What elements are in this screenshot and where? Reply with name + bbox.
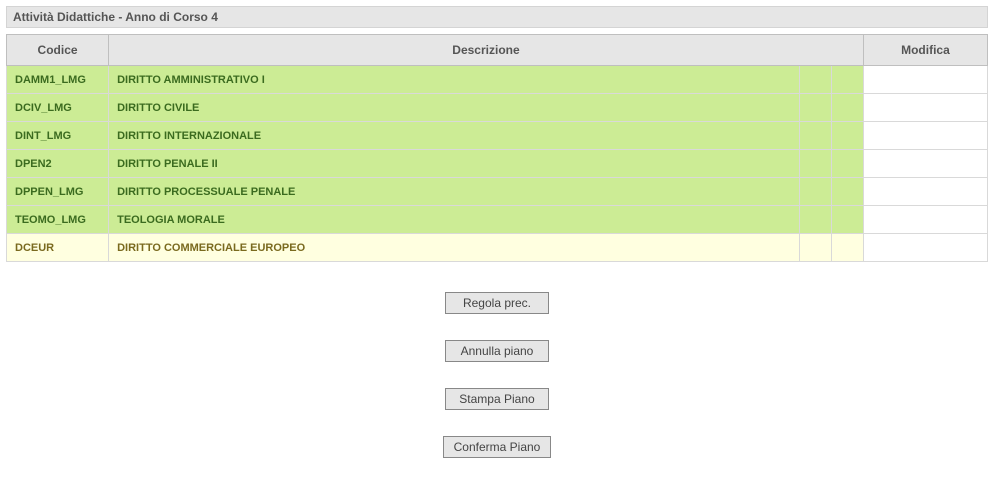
table-row: DCIV_LMGDIRITTO CIVILE [7,94,988,122]
col-header-code: Codice [7,35,109,66]
cell-modify [863,94,987,122]
cancel-plan-button[interactable]: Annulla piano [445,340,549,362]
table-row: DCEURDIRITTO COMMERCIALE EUROPEO [7,234,988,262]
cell-modify [863,150,987,178]
prev-rule-button[interactable]: Regola prec. [445,292,549,314]
table-body: DAMM1_LMGDIRITTO AMMINISTRATIVO IDCIV_LM… [7,66,988,262]
cell-desc: TEOLOGIA MORALE [109,206,800,234]
cell-spacer [831,66,863,94]
cell-code: DCIV_LMG [7,94,109,122]
cell-code: DAMM1_LMG [7,66,109,94]
col-header-mod: Modifica [863,35,987,66]
cell-spacer [831,94,863,122]
cell-modify [863,66,987,94]
cell-code: DCEUR [7,234,109,262]
cell-modify [863,178,987,206]
cell-desc: DIRITTO COMMERCIALE EUROPEO [109,234,800,262]
cell-spacer [799,178,831,206]
table-row: DPEN2DIRITTO PENALE II [7,150,988,178]
cell-modify [863,234,987,262]
table-header-row: Codice Descrizione Modifica [7,35,988,66]
cell-code: DPPEN_LMG [7,178,109,206]
activities-table: Codice Descrizione Modifica DAMM1_LMGDIR… [6,34,988,262]
cell-spacer [831,150,863,178]
cell-spacer [799,122,831,150]
cell-spacer [831,234,863,262]
cell-spacer [831,206,863,234]
cell-desc: DIRITTO CIVILE [109,94,800,122]
section-title: Attività Didattiche - Anno di Corso 4 [13,10,218,24]
action-buttons: Regola prec. Annulla piano Stampa Piano … [6,292,988,458]
cell-code: DPEN2 [7,150,109,178]
cell-desc: DIRITTO INTERNAZIONALE [109,122,800,150]
print-plan-button[interactable]: Stampa Piano [445,388,549,410]
cell-modify [863,206,987,234]
cell-spacer [799,234,831,262]
cell-spacer [799,94,831,122]
cell-spacer [831,122,863,150]
cell-desc: DIRITTO PROCESSUALE PENALE [109,178,800,206]
cell-code: DINT_LMG [7,122,109,150]
cell-desc: DIRITTO AMMINISTRATIVO I [109,66,800,94]
table-row: DPPEN_LMGDIRITTO PROCESSUALE PENALE [7,178,988,206]
cell-code: TEOMO_LMG [7,206,109,234]
cell-spacer [799,66,831,94]
cell-modify [863,122,987,150]
cell-spacer [831,178,863,206]
cell-desc: DIRITTO PENALE II [109,150,800,178]
confirm-plan-button[interactable]: Conferma Piano [443,436,552,458]
cell-spacer [799,150,831,178]
table-row: TEOMO_LMGTEOLOGIA MORALE [7,206,988,234]
cell-spacer [799,206,831,234]
section-header: Attività Didattiche - Anno di Corso 4 [6,6,988,28]
table-row: DAMM1_LMGDIRITTO AMMINISTRATIVO I [7,66,988,94]
table-row: DINT_LMGDIRITTO INTERNAZIONALE [7,122,988,150]
col-header-desc: Descrizione [109,35,864,66]
